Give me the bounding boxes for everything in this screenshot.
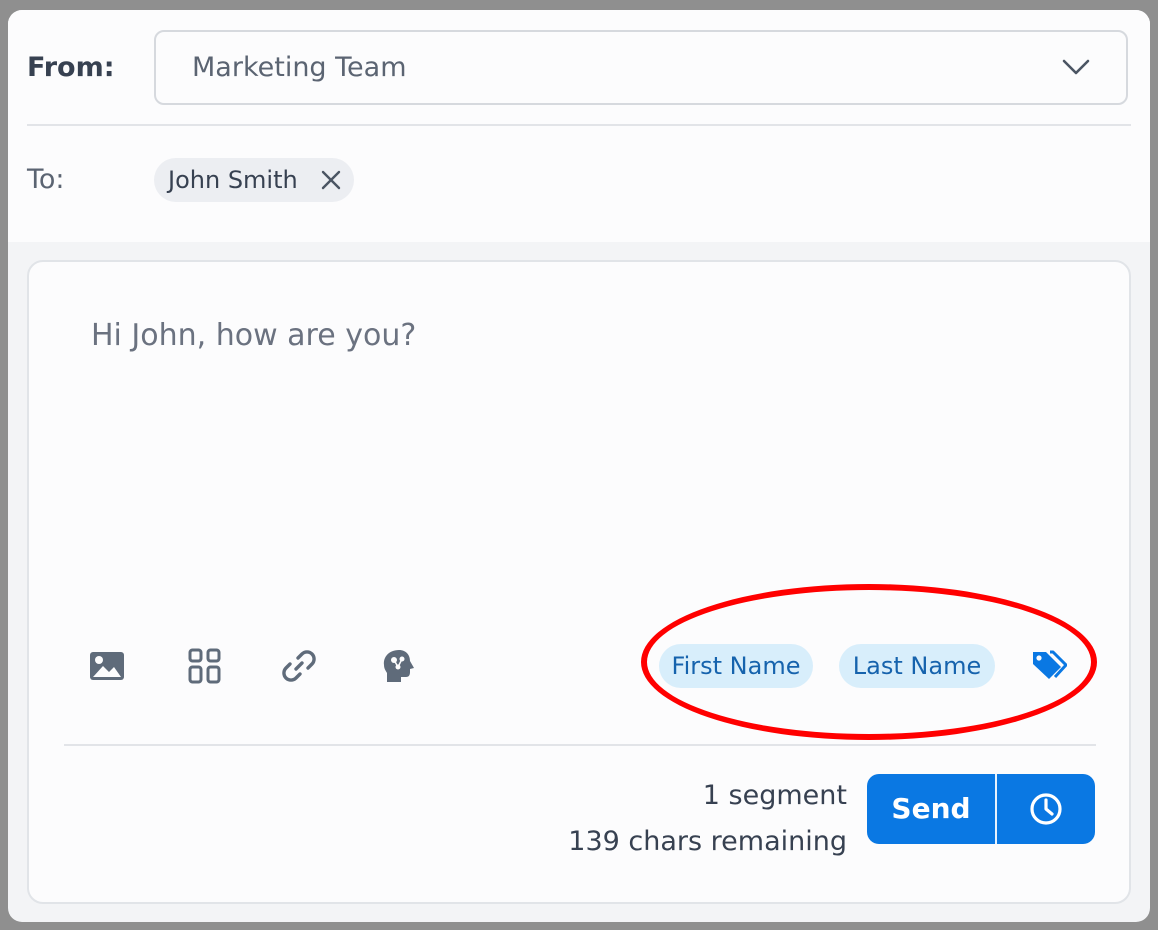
from-label: From: — [27, 52, 115, 83]
chevron-down-icon — [1062, 59, 1090, 75]
message-composer: Hi John, how are you? First Name Last Na — [27, 260, 1131, 904]
tags-icon[interactable] — [1029, 648, 1067, 684]
from-select[interactable]: Marketing Team — [154, 30, 1128, 105]
footer-divider — [64, 744, 1096, 746]
compose-card: From: Marketing Team To: John Smith Hi J… — [8, 10, 1150, 922]
link-icon[interactable] — [279, 646, 319, 686]
to-label: To: — [27, 164, 65, 195]
send-button[interactable]: Send — [867, 774, 995, 844]
header-divider — [27, 124, 1131, 126]
recipient-name: John Smith — [168, 166, 298, 194]
recipient-chip: John Smith — [154, 158, 354, 202]
message-textarea[interactable]: Hi John, how are you? — [91, 318, 416, 353]
remove-recipient-icon[interactable] — [320, 169, 342, 191]
ai-brain-icon[interactable] — [379, 646, 419, 686]
chars-remaining: 139 chars remaining — [568, 826, 847, 857]
compose-header: From: Marketing Team To: John Smith — [8, 10, 1150, 242]
first-name-tag[interactable]: First Name — [659, 644, 813, 688]
clock-icon — [1030, 793, 1062, 825]
template-grid-icon[interactable] — [185, 646, 225, 686]
from-select-value: Marketing Team — [192, 52, 407, 83]
last-name-tag[interactable]: Last Name — [839, 644, 995, 688]
schedule-button[interactable] — [997, 774, 1095, 844]
segment-count: 1 segment — [702, 780, 847, 811]
image-icon[interactable] — [87, 646, 127, 686]
send-button-group: Send — [867, 774, 1095, 844]
